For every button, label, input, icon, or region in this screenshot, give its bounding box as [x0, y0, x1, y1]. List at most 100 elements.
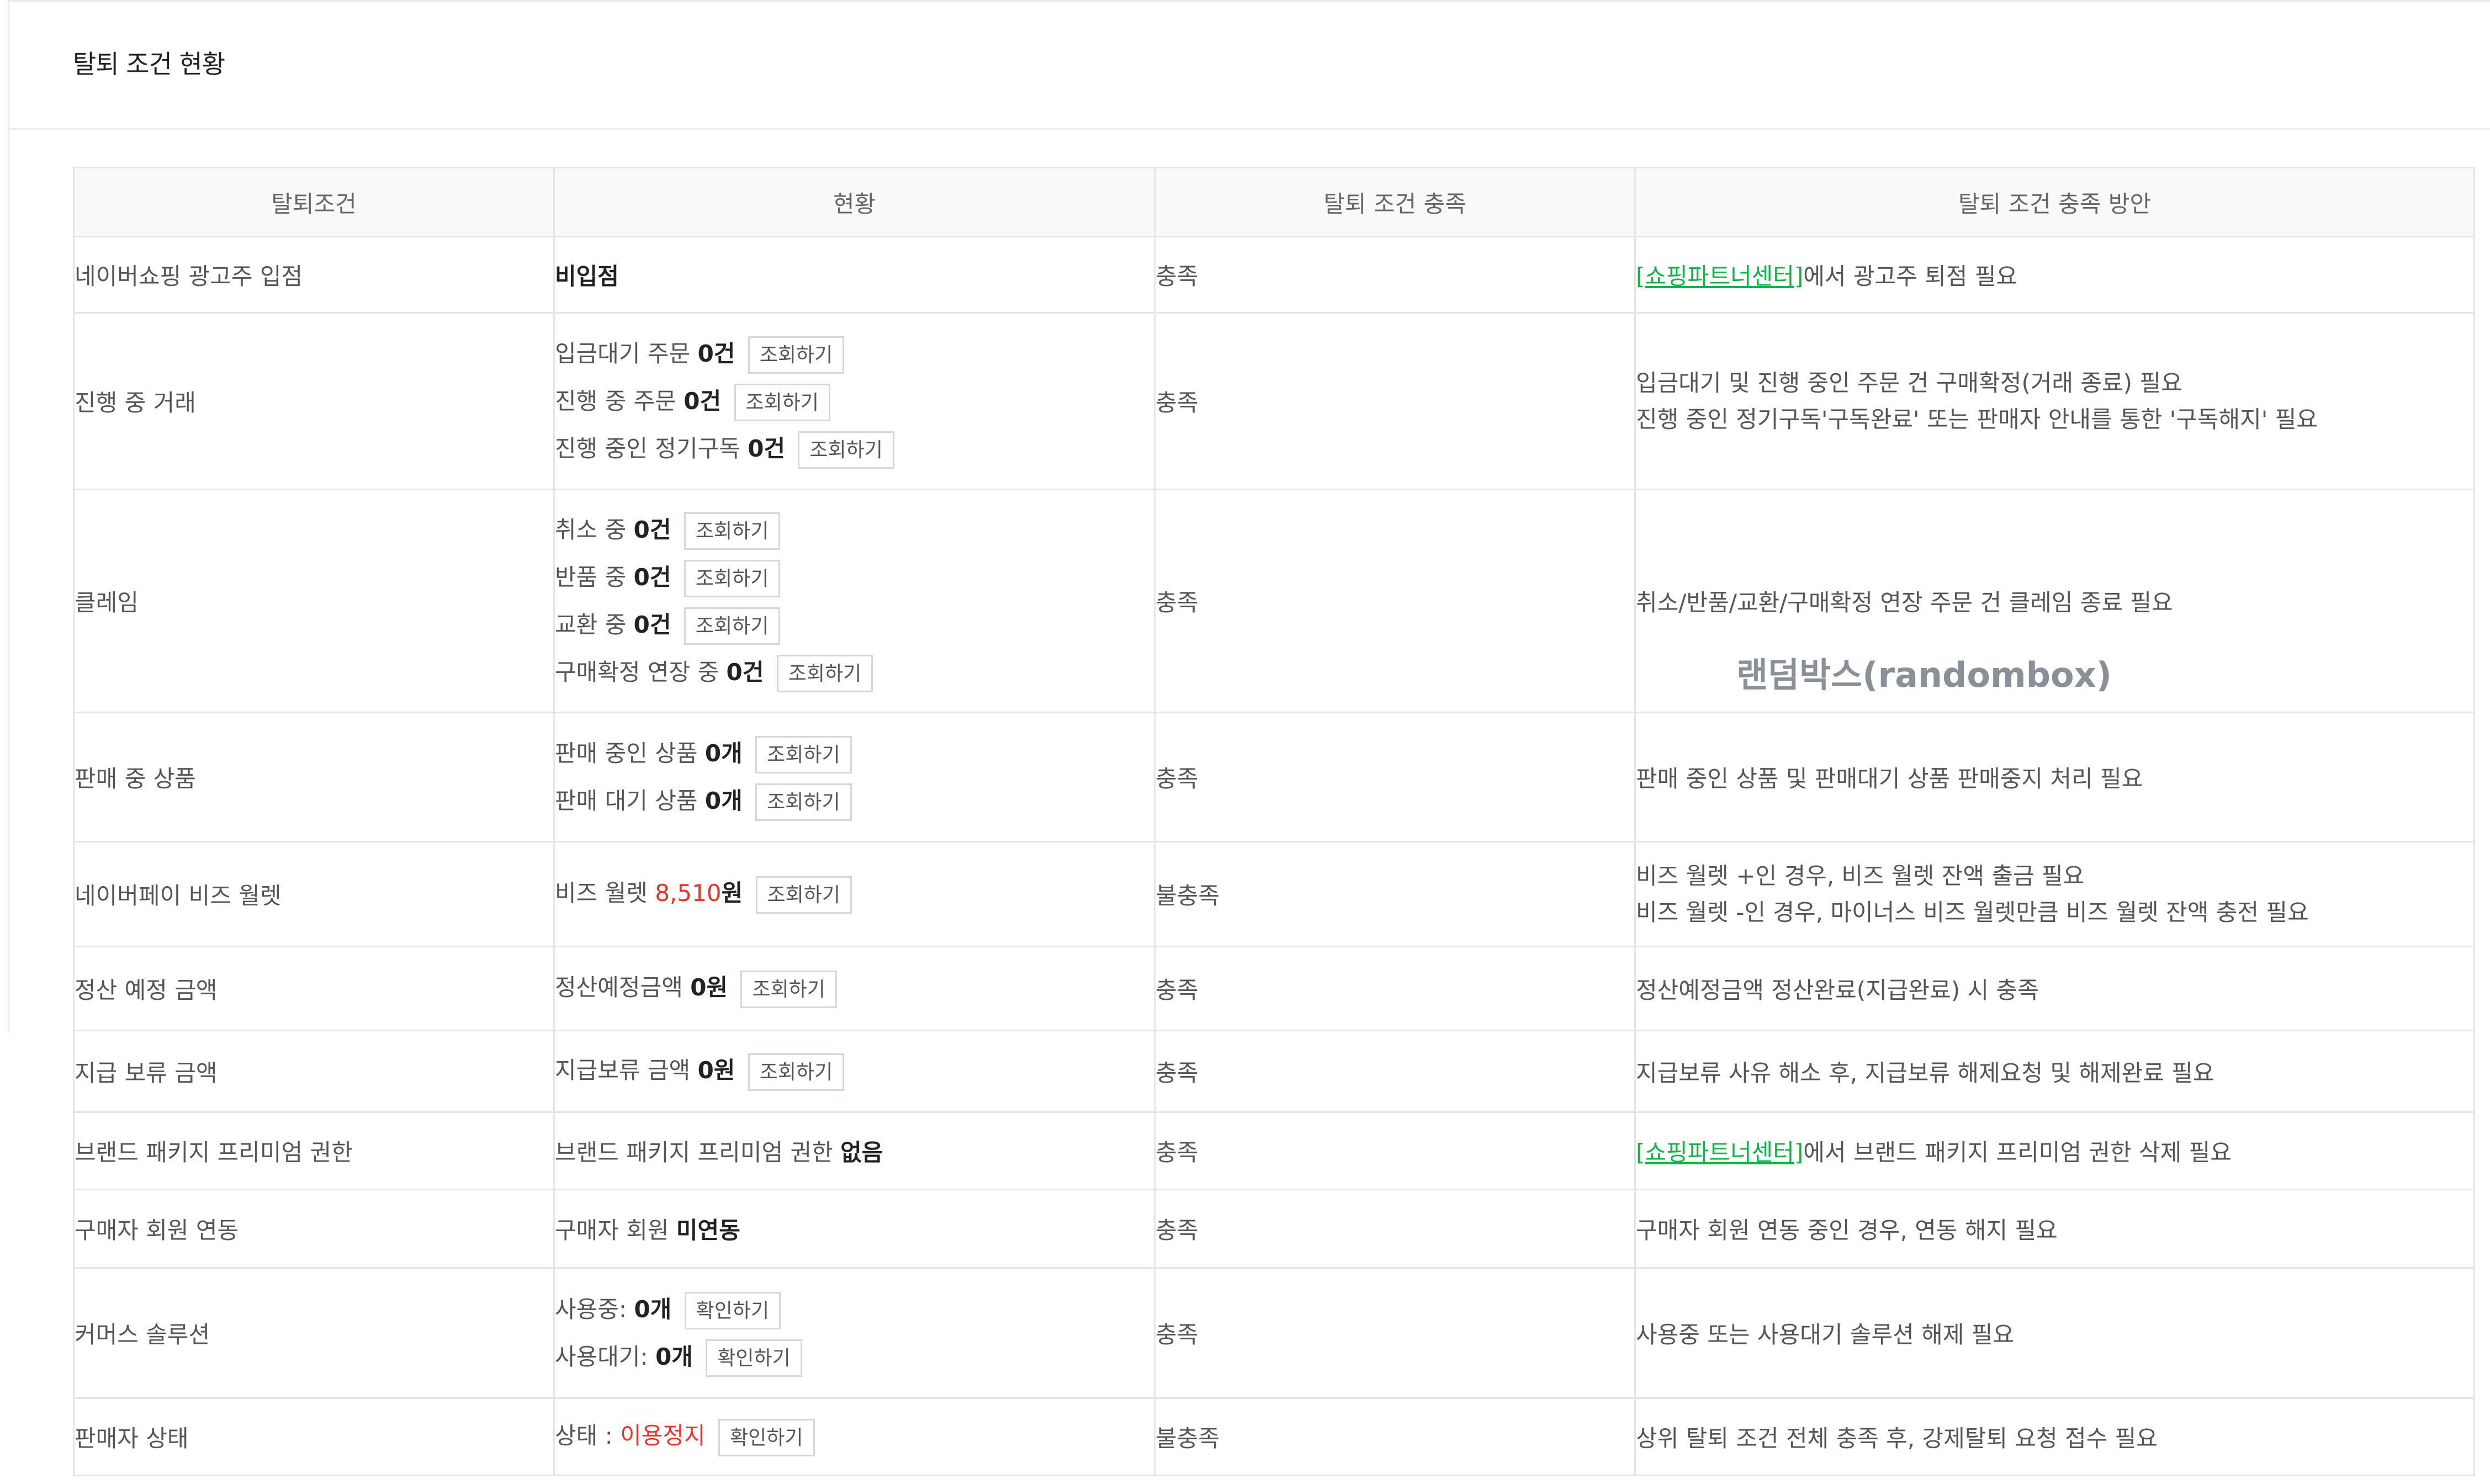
status-label: 정산예정금액: [555, 974, 683, 1001]
status-label: 사용대기:: [555, 1343, 648, 1370]
table-row: 네이버페이 비즈 월렛 비즈 월렛 8,510원 조회하기 불충족 비즈 월렛 …: [73, 841, 2475, 947]
status-value: 없음: [840, 1139, 883, 1166]
status-count: 0건: [726, 658, 764, 686]
condition-name: 네이버쇼핑 광고주 입점: [73, 236, 555, 314]
lookup-button[interactable]: 조회하기: [755, 783, 852, 821]
status-cell: 구매자 회원 미연동: [553, 1189, 1156, 1269]
lookup-button[interactable]: 조회하기: [776, 655, 873, 692]
lookup-button[interactable]: 조회하기: [740, 970, 837, 1008]
condition-name: 정산 예정 금액: [73, 946, 555, 1031]
result-cell: 충족: [1154, 712, 1636, 842]
table-row: 커머스 솔루션 사용중: 0개 확인하기 사용대기: 0개 확인하기 충족 사용…: [73, 1267, 2475, 1399]
confirm-button[interactable]: 확인하기: [706, 1339, 802, 1377]
header-condition: 탈퇴조건: [73, 167, 555, 237]
condition-name: 브랜드 패키지 프리미엄 권한: [73, 1111, 555, 1190]
status-cell: 취소 중 0건 조회하기 반품 중 0건 조회하기 교환 중 0건 조회하기 구…: [553, 489, 1156, 713]
condition-name: 네이버페이 비즈 월렛: [73, 841, 555, 947]
lookup-button[interactable]: 조회하기: [684, 607, 781, 645]
table-row: 판매 중 상품 판매 중인 상품 0개 조회하기 판매 대기 상품 0개 조회하…: [73, 712, 2475, 842]
condition-name: 판매자 상태: [73, 1397, 555, 1476]
method-text: 에서 브랜드 패키지 프리미엄 권한 삭제 필요: [1803, 1139, 2232, 1166]
result-cell: 충족: [1154, 489, 1636, 713]
method-cell: [쇼핑파트너센터]에서 광고주 퇴점 필요: [1634, 236, 2475, 314]
page-top-rule: [8, 0, 2490, 2]
result-cell: 충족: [1154, 1030, 1636, 1113]
lookup-button[interactable]: 조회하기: [734, 384, 830, 421]
status-item: 사용중: 0개 확인하기: [555, 1286, 1154, 1333]
method-cell: 상위 탈퇴 조건 전체 충족 후, 강제탈퇴 요청 접수 필요: [1634, 1397, 2475, 1476]
status-label: 사용중:: [555, 1295, 627, 1323]
confirm-button[interactable]: 확인하기: [718, 1418, 815, 1456]
status-item: 진행 중 주문 0건 조회하기: [555, 378, 1154, 425]
table-row: 지급 보류 금액 지급보류 금액 0원 조회하기 충족 지급보류 사유 해소 후…: [73, 1030, 2475, 1113]
method-cell: 정산예정금액 정산완료(지급완료) 시 충족: [1634, 946, 2475, 1031]
status-item: 반품 중 0건 조회하기: [555, 554, 1154, 601]
method-cell: 구매자 회원 연동 중인 경우, 연동 해지 필요: [1634, 1189, 2475, 1269]
status-count: 0개: [634, 1295, 672, 1323]
status-label: 진행 중인 정기구독: [555, 434, 740, 462]
status-label: 판매 대기 상품: [555, 787, 698, 814]
lookup-button[interactable]: 조회하기: [748, 336, 845, 374]
status-count: 0개: [704, 739, 743, 767]
result-cell: 충족: [1154, 236, 1636, 314]
status-cell: 입금대기 주문 0건 조회하기 진행 중 주문 0건 조회하기 진행 중인 정기…: [553, 312, 1156, 490]
status-cell: 사용중: 0개 확인하기 사용대기: 0개 확인하기: [553, 1267, 1156, 1399]
status-cell: 비즈 월렛 8,510원 조회하기: [553, 841, 1156, 947]
status-count: 0건: [633, 611, 671, 638]
result-cell: 충족: [1154, 1189, 1636, 1269]
header-satisfied: 탈퇴 조건 충족: [1154, 167, 1636, 237]
method-cell: [쇼핑파트너센터]에서 브랜드 패키지 프리미엄 권한 삭제 필요: [1634, 1111, 2475, 1190]
status-count: 0건: [748, 434, 786, 462]
status-label: 구매자 회원: [555, 1217, 669, 1244]
lookup-button[interactable]: 조회하기: [798, 431, 894, 469]
table-row: 네이버쇼핑 광고주 입점 비입점 충족 [쇼핑파트너센터]에서 광고주 퇴점 필…: [73, 236, 2475, 314]
method-cell: 판매 중인 상품 및 판매대기 상품 판매중지 처리 필요: [1634, 712, 2475, 842]
table-row: 진행 중 거래 입금대기 주문 0건 조회하기 진행 중 주문 0건 조회하기 …: [73, 312, 2475, 490]
status-label: 입금대기 주문: [555, 340, 691, 367]
header-method: 탈퇴 조건 충족 방안: [1634, 167, 2475, 237]
status-cell: 정산예정금액 0원 조회하기: [553, 946, 1156, 1031]
table-row: 정산 예정 금액 정산예정금액 0원 조회하기 충족 정산예정금액 정산완료(지…: [73, 946, 2475, 1031]
result-cell: 불충족: [1154, 1397, 1636, 1476]
lookup-button[interactable]: 조회하기: [755, 876, 852, 914]
lookup-button[interactable]: 조회하기: [755, 736, 852, 773]
status-amount: 0원: [697, 1057, 735, 1084]
status-label: 진행 중 주문: [555, 387, 676, 415]
section-title: 탈퇴 조건 현황: [73, 49, 225, 79]
method-line: 비즈 월렛 +인 경우, 비즈 월렛 잔액 출금 필요: [1636, 862, 2085, 889]
method-cell: 입금대기 및 진행 중인 주문 건 구매확정(거래 종료) 필요 진행 중인 정…: [1634, 312, 2475, 490]
condition-name: 진행 중 거래: [73, 312, 555, 490]
table-row: 클레임 취소 중 0건 조회하기 반품 중 0건 조회하기 교환 중 0건 조회…: [73, 489, 2475, 713]
status-item: 판매 대기 상품 0개 조회하기: [555, 777, 1154, 825]
status-label: 지급보류 금액: [555, 1057, 691, 1084]
shopping-partner-center-link[interactable]: [쇼핑파트너센터]: [1636, 1139, 1803, 1166]
lookup-button[interactable]: 조회하기: [684, 512, 781, 550]
status-label: 반품 중: [555, 563, 627, 591]
status-count: 0개: [655, 1343, 693, 1370]
lookup-button[interactable]: 조회하기: [748, 1053, 845, 1091]
result-cell: 충족: [1154, 1111, 1636, 1190]
status-item: 교환 중 0건 조회하기: [555, 601, 1154, 649]
table-row: 브랜드 패키지 프리미엄 권한 브랜드 패키지 프리미엄 권한 없음 충족 [쇼…: [73, 1111, 2475, 1190]
method-line: 비즈 월렛 -인 경우, 마이너스 비즈 월렛만큼 비즈 월렛 잔액 충전 필요: [1636, 898, 2309, 926]
table-row: 판매자 상태 상태 : 이용정지 확인하기 불충족 상위 탈퇴 조건 전체 충족…: [73, 1397, 2475, 1476]
status-item: 구매확정 연장 중 0건 조회하기: [555, 649, 1154, 696]
status-amount: 0원: [690, 974, 728, 1001]
method-cell: 사용중 또는 사용대기 솔루션 해제 필요: [1634, 1267, 2475, 1399]
status-item: 입금대기 주문 0건 조회하기: [555, 330, 1154, 378]
condition-name: 지급 보류 금액: [73, 1030, 555, 1113]
status-item: 사용대기: 0개 확인하기: [555, 1333, 1154, 1381]
status-cell: 상태 : 이용정지 확인하기: [553, 1397, 1156, 1476]
condition-name: 구매자 회원 연동: [73, 1189, 555, 1269]
status-value: 비입점: [555, 263, 619, 290]
table-row: 구매자 회원 연동 구매자 회원 미연동 충족 구매자 회원 연동 중인 경우,…: [73, 1189, 2475, 1269]
shopping-partner-center-link[interactable]: [쇼핑파트너센터]: [1636, 263, 1803, 290]
wallet-amount: 8,510: [655, 879, 722, 907]
status-cell: 비입점: [553, 236, 1156, 314]
status-count: 0건: [697, 340, 735, 367]
table-header-row: 탈퇴조건 현황 탈퇴 조건 충족 탈퇴 조건 충족 방안: [73, 167, 2475, 237]
method-cell: 비즈 월렛 +인 경우, 비즈 월렛 잔액 출금 필요 비즈 월렛 -인 경우,…: [1634, 841, 2475, 947]
confirm-button[interactable]: 확인하기: [684, 1292, 781, 1329]
lookup-button[interactable]: 조회하기: [684, 560, 781, 597]
withdrawal-conditions-table: 탈퇴조건 현황 탈퇴 조건 충족 탈퇴 조건 충족 방안 네이버쇼핑 광고주 입…: [73, 167, 2475, 1476]
